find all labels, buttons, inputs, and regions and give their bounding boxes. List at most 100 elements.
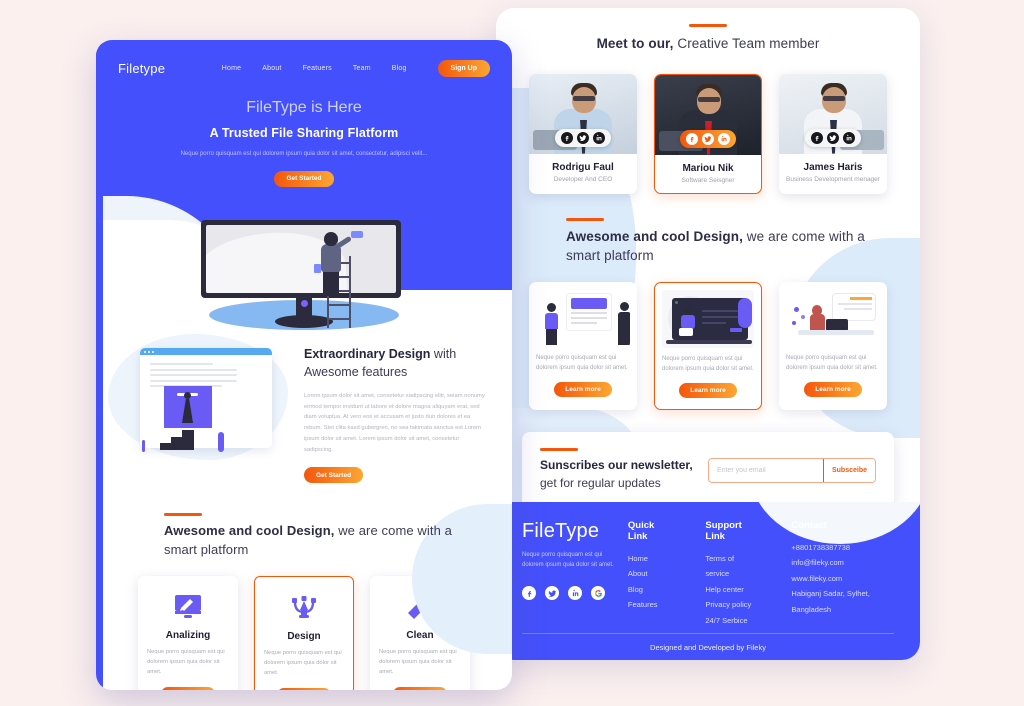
footer-column-contact: Contact +8801738387738 info@fileky.com w… (791, 520, 894, 628)
monitor-illustration (201, 220, 407, 330)
illustration-stairs (160, 430, 194, 450)
team-card[interactable]: Mariou Nik Software Seisgner (654, 73, 762, 194)
footer-link[interactable]: Features (628, 597, 669, 612)
footer-link[interactable]: About (628, 566, 669, 581)
linkedin-icon[interactable] (843, 131, 855, 144)
subscribe-button[interactable]: Subsceibe (822, 458, 875, 482)
footer-column-heading: Support Link (705, 520, 742, 542)
card-get-started-button[interactable]: Get Started (392, 686, 448, 690)
newsletter-wrapper: Sunscribes our newsletter, get for regul… (496, 410, 920, 509)
twitter-icon[interactable] (577, 131, 589, 144)
footer: FileType Neque porro quisquam est qui do… (496, 502, 920, 660)
linkedin-icon[interactable] (718, 132, 730, 145)
card-illustration-people (536, 288, 630, 347)
feature-copy: Extraordinary Design with Awesome featur… (304, 342, 486, 484)
design-card[interactable]: Neque porro quisquam est qui dolorem ips… (529, 281, 637, 411)
right-design-section: Awesome and cool Design, we are come wit… (496, 194, 920, 411)
design-title-bold: Awesome and cool Design, (566, 228, 743, 244)
sign-up-button[interactable]: Sign Up (437, 60, 490, 77)
team-member-name: James Haris (803, 161, 863, 173)
social-pill (805, 128, 861, 147)
newsletter-title-rest: get for regular updates (540, 475, 661, 490)
nav-item-home[interactable]: Home (222, 65, 241, 72)
twitter-icon[interactable] (545, 586, 559, 601)
feature-card[interactable]: Design Neque porro quisquam est qui dolo… (254, 576, 354, 690)
screenshot-stage: Meet to our, Creative Team member Rodrig… (0, 0, 1024, 706)
nav-item-features[interactable]: Featuers (303, 65, 332, 72)
monitor-brush-icon (147, 590, 229, 624)
design-card-text: Neque porro quisquam est qui dolorem ips… (662, 355, 754, 372)
footer-contact-phone: +8801738387738 (791, 543, 851, 552)
footer-link[interactable]: Terms of service (705, 551, 755, 582)
learn-more-button[interactable]: Learn more (804, 382, 862, 398)
newsletter-card: Sunscribes our newsletter, get for regul… (522, 432, 894, 509)
linkedin-icon[interactable] (568, 586, 582, 601)
team-member-role: Software Seisgner (681, 176, 735, 184)
footer-link[interactable]: 24/7 Serbice (705, 613, 755, 628)
learn-more-button[interactable]: Learn more (554, 382, 612, 398)
window-text-lines (140, 355, 272, 387)
team-cards: Rodrigu Faul Developer And CEO Mariou Ni… (522, 73, 894, 194)
email-input[interactable] (709, 466, 823, 474)
footer-description: Neque porro quisquam est qui dolorem ips… (522, 552, 614, 569)
footer-link[interactable]: Help center (705, 582, 755, 597)
footer-divider (522, 633, 894, 634)
feature-card-text: Neque porro quisquam est qui dolorem ips… (147, 649, 225, 675)
footer-brand: FileType Neque porro quisquam est qui do… (522, 520, 628, 628)
feature-card-text: Neque porro quisquam est qui dolorem ips… (379, 649, 457, 675)
team-title-bold: Meet to our, (596, 36, 674, 51)
monitor-frame (201, 220, 401, 298)
team-member-name: Mariou Nik (682, 162, 734, 174)
right-design-heading: Awesome and cool Design, we are come wit… (522, 217, 894, 266)
painter-legs (323, 268, 339, 296)
heading-accent-bar (566, 217, 604, 221)
team-card[interactable]: Rodrigu Faul Developer And CEO (529, 73, 637, 194)
twitter-icon[interactable] (702, 132, 714, 145)
google-icon[interactable] (591, 586, 605, 601)
pen-tool-icon (264, 591, 344, 625)
design-card[interactable]: Neque porro quisquam est qui dolorem ips… (654, 281, 762, 411)
facebook-icon[interactable] (686, 132, 698, 145)
card-get-started-button[interactable]: Get Started (276, 687, 332, 690)
learn-more-button[interactable]: Learn more (679, 383, 737, 399)
footer-link[interactable]: Blog (628, 582, 669, 597)
nav-item-blog[interactable]: Blog (392, 65, 407, 72)
facebook-icon[interactable] (522, 586, 536, 601)
feature-title-bold: Extraordinary Design (304, 347, 431, 361)
social-pill (555, 128, 611, 147)
illustration-pin (142, 440, 145, 452)
team-member-name: Rodrigu Faul (552, 161, 614, 173)
window-titlebar (140, 348, 272, 355)
nav-item-team[interactable]: Team (353, 65, 371, 72)
feature-get-started-button[interactable]: Get Started (304, 467, 364, 484)
linkedin-icon[interactable] (593, 131, 605, 144)
nav-item-about[interactable]: About (262, 65, 281, 72)
feature-card-text: Neque porro quisquam est qui dolorem ips… (264, 650, 342, 676)
footer-contact-email[interactable]: info@fileky.com (791, 555, 894, 570)
left-design-heading: Awesome and cool Design, we are come wit… (122, 513, 486, 560)
brand-logo[interactable]: Filetype (118, 61, 165, 76)
footer-link[interactable]: Home (628, 551, 669, 566)
team-member-role: Developer And CEO (553, 175, 613, 183)
team-section: Meet to our, Creative Team member Rodrig… (496, 8, 920, 194)
feature-card[interactable]: Analizing Neque porro quisquam est qui d… (138, 576, 238, 690)
facebook-icon[interactable] (811, 131, 823, 144)
monitor-screen (206, 225, 396, 293)
feature-illustration (108, 334, 292, 460)
design-card[interactable]: Neque porro quisquam est qui dolorem ips… (779, 281, 887, 411)
feature-card-name: Design (287, 631, 321, 642)
team-member-photo (529, 73, 637, 154)
design-card-text: Neque porro quisquam est qui dolorem ips… (536, 354, 628, 371)
hero-get-started-button[interactable]: Get Started (274, 170, 334, 187)
card-get-started-button[interactable]: Get Started (160, 686, 216, 690)
social-pill (680, 129, 736, 148)
footer-contact-website[interactable]: www.fileky.com (791, 571, 894, 586)
team-title-rest: Creative Team member (673, 36, 820, 51)
team-card[interactable]: James Haris Business Development menager (779, 73, 887, 194)
footer-link[interactable]: Privacy policy (705, 597, 755, 612)
facebook-icon[interactable] (561, 131, 573, 144)
newsletter-copy: Sunscribes our newsletter, get for regul… (540, 448, 693, 492)
card-illustration-laptop (662, 289, 754, 348)
newsletter-title-bold: Sunscribes our newsletter, (540, 458, 693, 473)
twitter-icon[interactable] (827, 131, 839, 144)
